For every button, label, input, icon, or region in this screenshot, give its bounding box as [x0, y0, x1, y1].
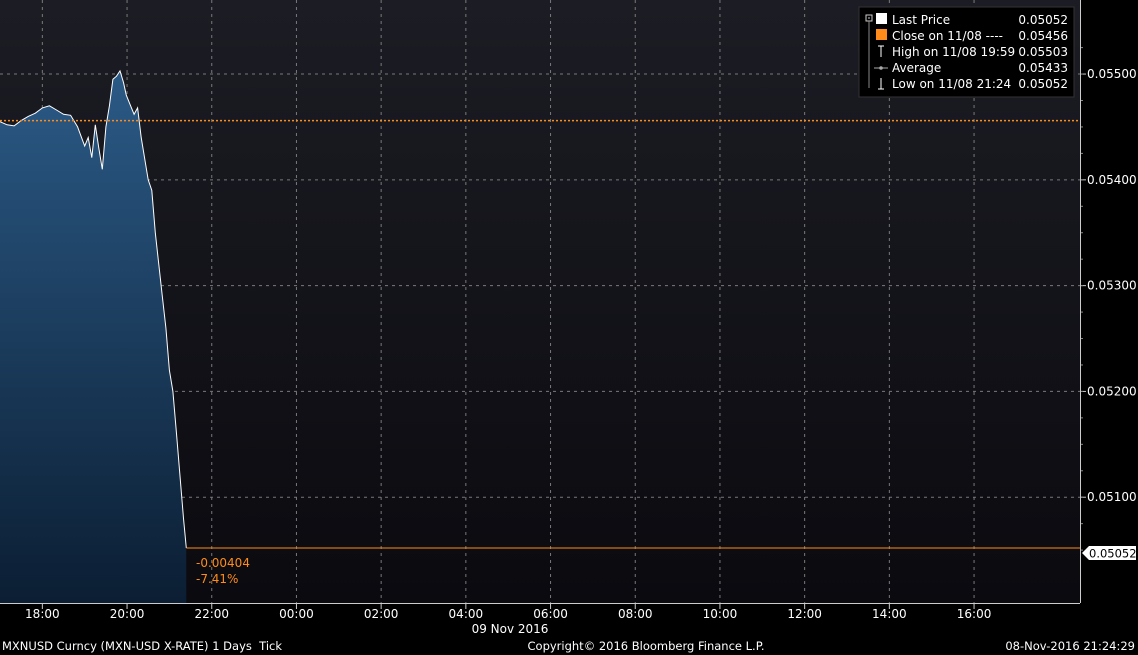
x-tick-label: 22:00: [194, 607, 229, 621]
x-tick-label: 20:00: [110, 607, 145, 621]
legend-item-value: 0.05052: [1018, 77, 1068, 91]
last-value-label: 0.05052: [1089, 547, 1137, 561]
x-tick-label: 04:00: [449, 607, 484, 621]
change-pct: -7.41%: [196, 572, 238, 586]
legend: Last Price 0.05052 Close on 11/08 ---- 0…: [858, 6, 1075, 98]
last-price-swatch-icon: [876, 13, 887, 24]
close-swatch-icon: [876, 29, 887, 40]
x-axis-ticks: 18:00 20:00 22:00 00:00 02:00 04:00 06:00 08:00…: [25, 607, 991, 621]
legend-item-value: 0.05052: [1018, 13, 1068, 27]
y-tick-label: 0.05100: [1087, 490, 1137, 504]
x-tick-label: 02:00: [364, 607, 399, 621]
x-tick-label: 12:00: [787, 607, 822, 621]
legend-item-label: Average: [892, 61, 941, 75]
legend-item-label: Last Price: [892, 13, 950, 27]
y-axis-ticks: 0.05100 0.05200 0.05300 0.05400 0.05500: [1087, 67, 1137, 504]
x-tick-label: 06:00: [533, 607, 568, 621]
legend-item-label: High on 11/08 19:59: [892, 45, 1015, 59]
x-tick-label: 14:00: [872, 607, 907, 621]
y-tick-label: 0.05500: [1087, 67, 1137, 81]
legend-item-value: 0.05456: [1018, 29, 1068, 43]
x-tick-label: 00:00: [279, 607, 314, 621]
footer-security-label: MXNUSD Curncy (MXN-USD X-RATE) 1 Days Ti…: [2, 639, 282, 653]
legend-item-value: 0.05503: [1018, 45, 1068, 59]
legend-item-label: Close on 11/08 ----: [892, 29, 1003, 43]
y-tick-label: 0.05200: [1087, 384, 1137, 398]
x-tick-label: 18:00: [25, 607, 60, 621]
x-tick-label: 16:00: [957, 607, 992, 621]
footer-timestamp: 08-Nov-2016 21:24:29: [1005, 639, 1135, 653]
x-tick-label: 08:00: [618, 607, 653, 621]
legend-item-label: Low on 11/08 21:24: [892, 77, 1011, 91]
x-date-label: 09 Nov 2016: [472, 622, 549, 636]
footer-copyright: Copyright© 2016 Bloomberg Finance L.P.: [528, 639, 765, 653]
y-tick-label: 0.05300: [1087, 279, 1137, 293]
x-tick-label: 10:00: [703, 607, 738, 621]
legend-item-value: 0.05433: [1018, 61, 1068, 75]
price-chart: 0.05100 0.05200 0.05300 0.05400 0.05500 18:0…: [0, 0, 1137, 653]
change-abs: -0.00404: [196, 556, 250, 570]
y-tick-label: 0.05400: [1087, 173, 1137, 187]
last-value-badge: 0.05052: [1082, 546, 1137, 561]
